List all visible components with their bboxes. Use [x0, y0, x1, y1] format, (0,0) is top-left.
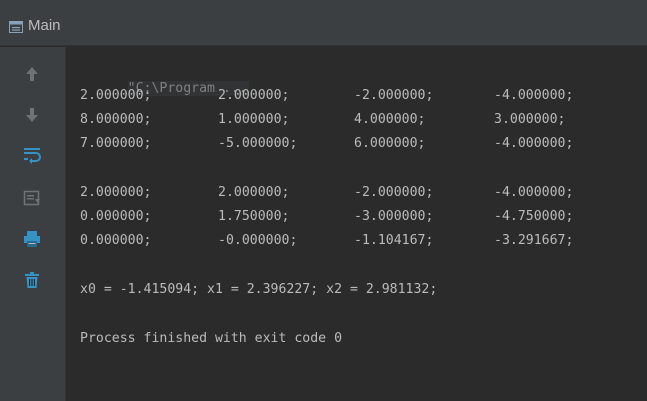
window-icon	[9, 21, 23, 33]
matrix-cell: 0.000000;	[80, 209, 152, 224]
matrix-cell: 2.000000;	[80, 88, 152, 103]
matrix-cell: 1.750000;	[218, 209, 290, 224]
exit-message: Process finished with exit code 0	[80, 331, 343, 346]
matrix-cell: -3.000000;	[354, 209, 434, 224]
matrix-cell: -4.750000;	[494, 209, 574, 224]
tool-window-title[interactable]: Main	[28, 17, 61, 34]
matrix-cell: -2.000000;	[354, 185, 434, 200]
matrix2-row-0: 2.000000; 2.000000; -2.000000; -4.000000…	[80, 184, 640, 201]
run-tool-window: Main "C:\Program ... 2.000000; 2.000000;…	[0, 0, 647, 401]
matrix-cell: 7.000000;	[80, 136, 152, 151]
matrix-cell: 2.000000;	[80, 185, 152, 200]
matrix-cell: 3.000000;	[494, 112, 566, 127]
matrix2-row-2: 0.000000; -0.000000; -1.104167; -3.29166…	[80, 232, 640, 249]
matrix2-row-1: 0.000000; 1.750000; -3.000000; -4.750000…	[80, 208, 640, 225]
matrix-cell: -5.000000;	[218, 136, 298, 151]
matrix-cell: -0.000000;	[218, 233, 298, 248]
console-output[interactable]: "C:\Program ... 2.000000; 2.000000; -2.0…	[66, 47, 647, 401]
matrix-cell: 2.000000;	[218, 185, 290, 200]
matrix-cell: -4.000000;	[494, 88, 574, 103]
print-icon[interactable]	[23, 230, 41, 248]
matrix-cell: -1.104167;	[354, 233, 434, 248]
console-toolbar	[0, 47, 66, 401]
rerun-down-icon[interactable]	[23, 106, 41, 124]
matrix-cell: -2.000000;	[354, 88, 434, 103]
matrix-cell: 6.000000;	[354, 136, 426, 151]
matrix-cell: 8.000000;	[80, 112, 152, 127]
matrix-cell: 4.000000;	[354, 112, 426, 127]
matrix1-row-2: 7.000000; -5.000000; 6.000000; -4.000000…	[80, 135, 640, 152]
solution-line: x0 = -1.415094; x1 = 2.396227; x2 = 2.98…	[80, 282, 438, 297]
scroll-to-end-icon[interactable]	[23, 189, 41, 207]
tool-window-header: Main	[0, 0, 647, 46]
matrix1-row-0: 2.000000; 2.000000; -2.000000; -4.000000…	[80, 87, 640, 104]
rerun-up-icon[interactable]	[23, 65, 41, 83]
clear-all-icon[interactable]	[23, 271, 41, 289]
soft-wrap-icon[interactable]	[23, 146, 41, 164]
matrix-cell: -3.291667;	[494, 233, 574, 248]
matrix-cell: -4.000000;	[494, 185, 574, 200]
matrix-cell: 2.000000;	[218, 88, 290, 103]
matrix1-row-1: 8.000000; 1.000000; 4.000000; 3.000000;	[80, 111, 640, 128]
matrix-cell: 1.000000;	[218, 112, 290, 127]
matrix-cell: 0.000000;	[80, 233, 152, 248]
matrix-cell: -4.000000;	[494, 136, 574, 151]
